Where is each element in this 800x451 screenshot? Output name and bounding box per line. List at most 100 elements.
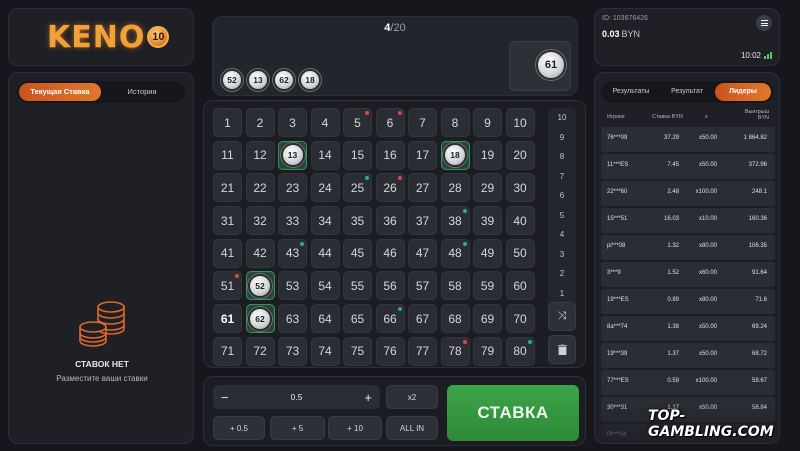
number-cell[interactable]: 68 xyxy=(440,304,470,334)
number-cell[interactable]: 66 xyxy=(375,304,405,334)
number-cell[interactable]: 17 xyxy=(408,140,437,170)
all-in-button[interactable]: ALL IN xyxy=(386,416,438,440)
number-cell[interactable]: 77 xyxy=(408,336,437,366)
tab-leaders[interactable]: Лидеры xyxy=(715,83,771,101)
place-bet-button[interactable]: СТАВКА xyxy=(447,385,579,441)
number-cell[interactable]: 27 xyxy=(408,173,437,203)
number-cell[interactable]: 54 xyxy=(310,271,340,301)
number-cell[interactable]: 74 xyxy=(310,336,340,366)
number-cell[interactable]: 52 xyxy=(245,271,275,301)
add-5-button[interactable]: + 5 xyxy=(270,416,325,440)
add-05-button[interactable]: + 0.5 xyxy=(213,416,265,440)
number-cell[interactable]: 13 xyxy=(278,140,307,170)
tab-results[interactable]: Результаты xyxy=(603,83,659,101)
number-cell[interactable]: 19 xyxy=(473,140,502,170)
number-cell[interactable]: 37 xyxy=(408,206,437,236)
number-cell[interactable]: 34 xyxy=(310,206,340,236)
number-cell[interactable]: 57 xyxy=(408,271,437,301)
marker-dot xyxy=(365,111,369,115)
number-cell[interactable]: 51 xyxy=(213,271,242,301)
number-cell[interactable]: 9 xyxy=(473,108,502,137)
number-cell[interactable]: 32 xyxy=(245,206,275,236)
number-cell[interactable]: 75 xyxy=(343,336,372,366)
number-cell[interactable]: 70 xyxy=(505,304,535,334)
number-cell[interactable]: 71 xyxy=(213,336,242,366)
number-cell[interactable]: 31 xyxy=(213,206,242,236)
tab-current-bet[interactable]: Текущая Ставка xyxy=(19,83,101,101)
add-10-button[interactable]: + 10 xyxy=(328,416,382,440)
number-cell[interactable]: 72 xyxy=(245,336,275,366)
number-cell[interactable]: 40 xyxy=(505,206,535,236)
number-cell[interactable]: 53 xyxy=(278,271,307,301)
number-cell[interactable]: 45 xyxy=(343,238,372,268)
number-cell[interactable]: 4 xyxy=(310,108,340,137)
double-button[interactable]: x2 xyxy=(386,385,438,409)
number-cell[interactable]: 36 xyxy=(375,206,405,236)
number-cell[interactable]: 65 xyxy=(343,304,372,334)
increase-button[interactable]: + xyxy=(364,390,372,405)
number-cell[interactable]: 11 xyxy=(213,140,242,170)
number-cell[interactable]: 50 xyxy=(505,238,535,268)
number-cell[interactable]: 35 xyxy=(343,206,372,236)
number-cell[interactable]: 30 xyxy=(505,173,535,203)
number-cell[interactable]: 73 xyxy=(278,336,307,366)
number-cell[interactable]: 63 xyxy=(278,304,307,334)
number-cell[interactable]: 78 xyxy=(440,336,470,366)
number-cell[interactable]: 60 xyxy=(505,271,535,301)
number-cell[interactable]: 41 xyxy=(213,238,242,268)
number-cell[interactable]: 23 xyxy=(278,173,307,203)
number-cell[interactable]: 62 xyxy=(245,304,275,334)
number-cell[interactable]: 26 xyxy=(375,173,405,203)
number-cell[interactable]: 10 xyxy=(505,108,535,137)
number-cell[interactable]: 48 xyxy=(440,238,470,268)
number-cell[interactable]: 18 xyxy=(440,140,470,170)
clear-button[interactable] xyxy=(548,335,576,364)
number-cell[interactable]: 33 xyxy=(278,206,307,236)
number-cell[interactable]: 56 xyxy=(375,271,405,301)
tab-history[interactable]: История xyxy=(101,83,183,101)
number-cell[interactable]: 42 xyxy=(245,238,275,268)
scale-step: 6 xyxy=(559,191,565,200)
number-cell[interactable]: 44 xyxy=(310,238,340,268)
number-cell[interactable]: 55 xyxy=(343,271,372,301)
number-cell[interactable]: 59 xyxy=(473,271,502,301)
number-cell[interactable]: 15 xyxy=(343,140,372,170)
number-cell[interactable]: 64 xyxy=(310,304,340,334)
number-cell[interactable]: 38 xyxy=(440,206,470,236)
number-cell[interactable]: 12 xyxy=(245,140,275,170)
menu-icon[interactable] xyxy=(756,15,772,31)
number-cell[interactable]: 22 xyxy=(245,173,275,203)
number-cell[interactable]: 6 xyxy=(375,108,405,137)
number-cell[interactable]: 29 xyxy=(473,173,502,203)
number-cell[interactable]: 58 xyxy=(440,271,470,301)
draw-total: /20 xyxy=(390,22,406,34)
number-cell[interactable]: 67 xyxy=(408,304,437,334)
number-cell[interactable]: 25 xyxy=(343,173,372,203)
number-cell[interactable]: 8 xyxy=(440,108,470,137)
number-cell[interactable]: 43 xyxy=(278,238,307,268)
number-cell[interactable]: 14 xyxy=(310,140,340,170)
number-cell[interactable]: 7 xyxy=(408,108,437,137)
decrease-button[interactable]: − xyxy=(221,390,229,405)
number-cell[interactable]: 39 xyxy=(473,206,502,236)
shuffle-button[interactable]: ⤨ xyxy=(548,302,576,331)
number-cell[interactable]: 5 xyxy=(343,108,372,137)
number-cell[interactable]: 28 xyxy=(440,173,470,203)
number-cell[interactable]: 49 xyxy=(473,238,502,268)
tab-result[interactable]: Результат xyxy=(659,83,715,101)
number-cell[interactable]: 20 xyxy=(505,140,535,170)
number-cell[interactable]: 61 xyxy=(213,304,242,334)
number-cell[interactable]: 1 xyxy=(213,108,242,137)
number-cell[interactable]: 3 xyxy=(278,108,307,137)
stake-value[interactable]: 0.5 xyxy=(291,392,303,402)
number-cell[interactable]: 69 xyxy=(473,304,502,334)
number-cell[interactable]: 46 xyxy=(375,238,405,268)
number-cell[interactable]: 79 xyxy=(473,336,502,366)
number-cell[interactable]: 21 xyxy=(213,173,242,203)
number-cell[interactable]: 80 xyxy=(505,336,535,366)
number-cell[interactable]: 2 xyxy=(245,108,275,137)
number-cell[interactable]: 47 xyxy=(408,238,437,268)
number-cell[interactable]: 76 xyxy=(375,336,405,366)
number-cell[interactable]: 16 xyxy=(375,140,405,170)
number-cell[interactable]: 24 xyxy=(310,173,340,203)
